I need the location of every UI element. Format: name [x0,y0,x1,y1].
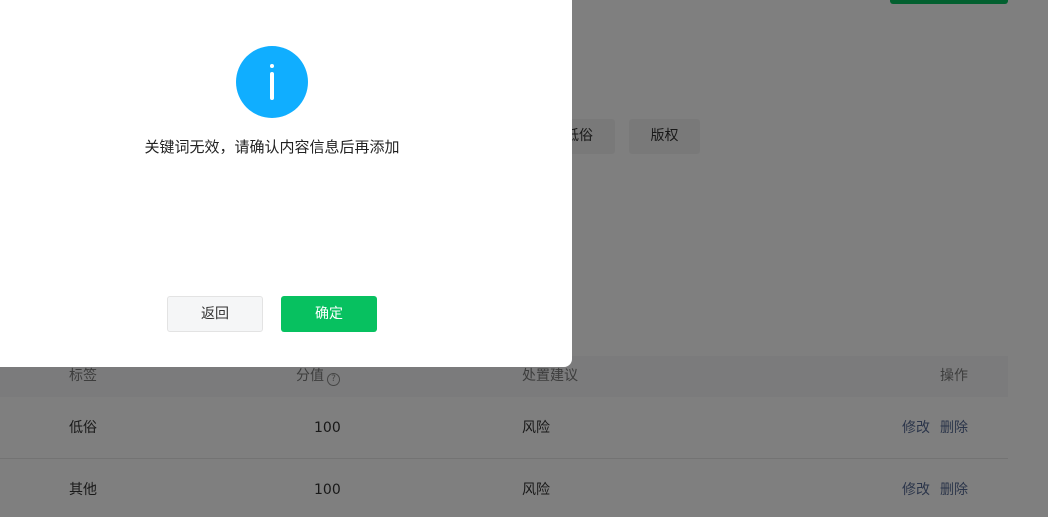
back-button[interactable]: 返回 [167,296,263,332]
alert-dialog: 关键词无效，请确认内容信息后再添加 返回 确定 [0,0,572,367]
confirm-button[interactable]: 确定 [281,296,377,332]
info-icon [236,46,308,118]
page: 低俗 版权 标签 分值? 处置建议 操作 低俗 100 风险 修改 删除 其他 … [0,0,1048,517]
dialog-message: 关键词无效，请确认内容信息后再添加 [144,138,400,156]
